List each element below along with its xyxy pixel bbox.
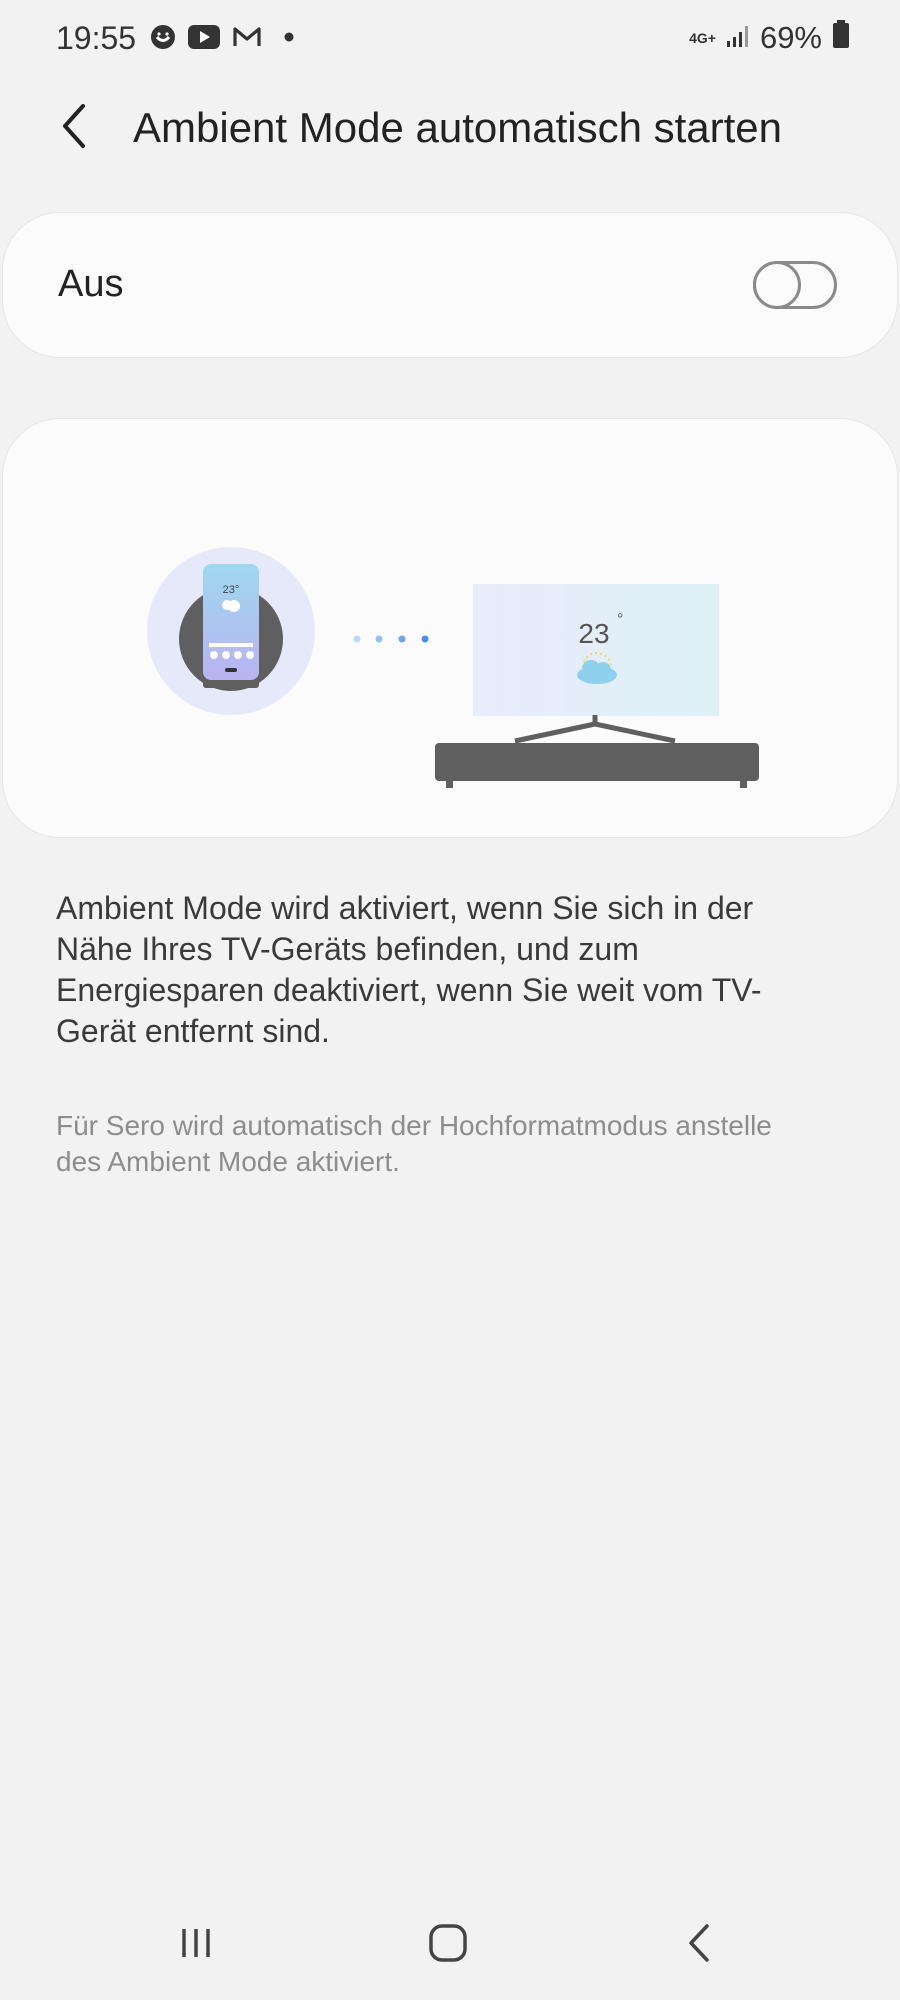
- tv-temp: 23: [578, 618, 609, 649]
- gmail-icon: [232, 25, 262, 54]
- back-icon: [685, 1922, 715, 1969]
- recents-icon: [176, 1923, 216, 1968]
- network-type: 4G+: [689, 30, 716, 46]
- battery-icon: [832, 20, 850, 56]
- recents-button[interactable]: [136, 1890, 256, 2000]
- battery-percent: 69%: [759, 20, 822, 55]
- ambient-illustration: 23° 23 °: [147, 547, 759, 788]
- toggle-card[interactable]: Aus: [2, 212, 898, 358]
- youtube-icon: [188, 25, 220, 54]
- status-time: 19:55: [56, 20, 137, 56]
- back-nav-button[interactable]: [640, 1890, 760, 2000]
- phone-temp: 23°: [223, 584, 240, 596]
- signal-icon: [726, 20, 750, 56]
- chevron-left-icon: [59, 102, 89, 155]
- smiley-icon: [150, 24, 176, 55]
- header: Ambient Mode automatisch starten: [0, 88, 900, 168]
- switch-knob: [753, 261, 801, 309]
- notification-icons: [150, 24, 304, 55]
- note-text: Für Sero wird automatisch der Hochformat…: [56, 1110, 772, 1177]
- status-bar: 19:55 4G+ 69%: [0, 0, 900, 80]
- illustration-card: 23° 23 °: [2, 418, 898, 838]
- back-button[interactable]: [48, 96, 100, 160]
- home-icon: [427, 1922, 469, 1969]
- toggle-label: Aus: [58, 263, 124, 305]
- navigation-bar: [0, 1890, 900, 2000]
- description-text: Ambient Mode wird aktiviert, wenn Sie si…: [56, 890, 762, 1049]
- network-indicator: 4G+: [689, 31, 716, 45]
- tv-degree: °: [617, 611, 623, 628]
- status-right: 4G+ 69%: [689, 20, 850, 56]
- home-button[interactable]: [388, 1890, 508, 2000]
- page-title: Ambient Mode automatisch starten: [133, 104, 782, 151]
- ambient-mode-switch[interactable]: [753, 261, 837, 309]
- connection-dots: [353, 635, 429, 643]
- phone-on-stand: 23°: [147, 547, 315, 715]
- dot-icon: [274, 25, 304, 54]
- tv-set: 23 °: [435, 584, 759, 788]
